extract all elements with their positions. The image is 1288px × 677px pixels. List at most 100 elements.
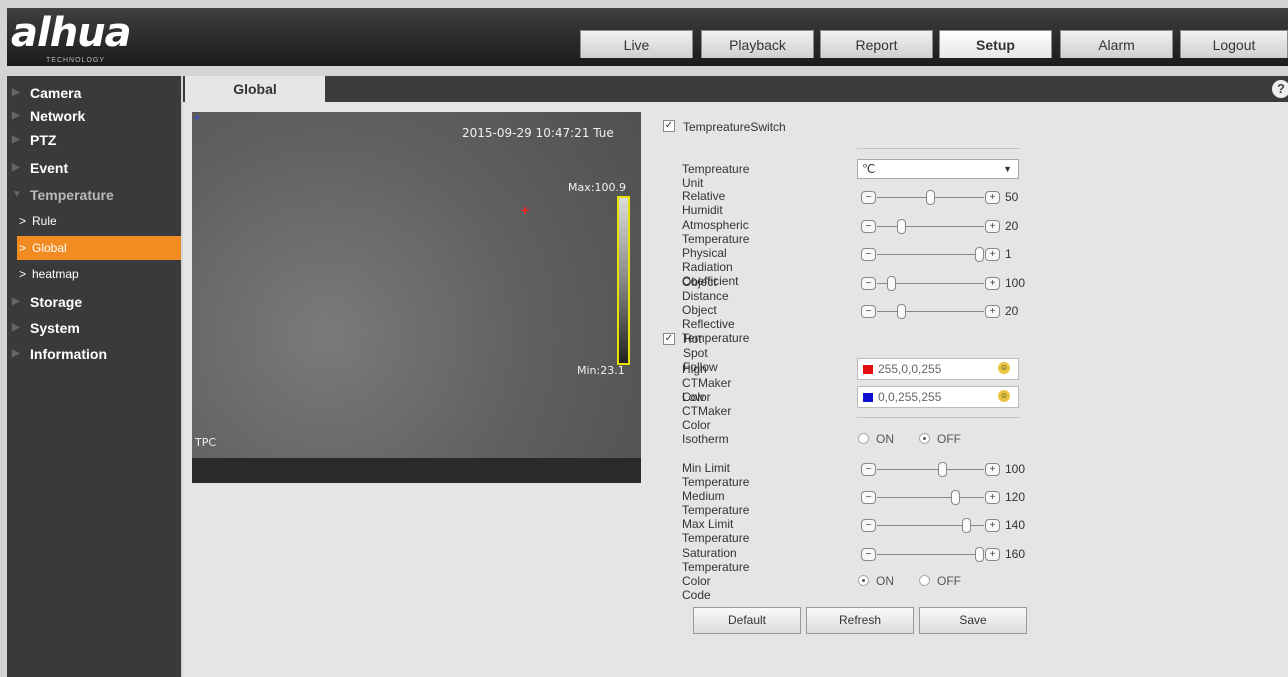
min-limit-label: Min Limit Temperature: [682, 461, 750, 489]
sidebar-item-temperature[interactable]: ▼ Temperature: [0, 182, 174, 208]
sidebar-item-information[interactable]: ▶ Information: [0, 341, 174, 367]
chevron-right-icon: ▶: [12, 110, 20, 121]
video-timestamp: 2015-09-29 10:47:21 Tue: [462, 126, 614, 140]
sidebar-item-system[interactable]: ▶ System: [0, 315, 174, 341]
high-color-picker[interactable]: 255,0,0,255 ☺: [857, 358, 1019, 380]
slider-thumb[interactable]: [896, 304, 906, 319]
slider-thumb[interactable]: [975, 247, 984, 262]
slider-track[interactable]: [877, 254, 984, 255]
sidebar-subitem-global[interactable]: > Global: [17, 236, 181, 260]
slider-value: 1: [1005, 247, 1012, 261]
minus-icon[interactable]: −: [861, 519, 876, 532]
tab-logout[interactable]: Logout: [1180, 30, 1288, 58]
color-code-off-label: OFF: [937, 574, 961, 588]
saturation-temperature-slider[interactable]: − + 160: [861, 546, 1036, 564]
minus-icon[interactable]: −: [861, 463, 876, 476]
chevron-down-icon: ▼: [1003, 164, 1012, 174]
default-button[interactable]: Default: [693, 607, 801, 634]
chevron-right-icon: ▶: [12, 296, 20, 307]
hot-spot-follow-checkbox[interactable]: ✓: [663, 333, 675, 345]
plus-icon[interactable]: +: [985, 463, 1000, 476]
plus-icon[interactable]: +: [985, 519, 1000, 532]
divider: [857, 148, 1020, 149]
plus-icon[interactable]: +: [985, 305, 1000, 318]
tab-playback[interactable]: Playback: [701, 30, 814, 58]
minus-icon[interactable]: −: [861, 191, 876, 204]
minus-icon[interactable]: −: [861, 548, 876, 561]
chevron-right-icon: >: [19, 214, 27, 228]
slider-thumb[interactable]: [937, 462, 947, 477]
video-status-bar: [192, 458, 641, 483]
chevron-right-icon: ▶: [12, 322, 20, 333]
slider-thumb[interactable]: [962, 518, 972, 533]
plus-icon[interactable]: +: [985, 248, 1000, 261]
radiation-coefficient-slider[interactable]: − + 1: [861, 246, 1031, 264]
sidebar-item-network[interactable]: ▶ Network: [0, 103, 174, 129]
sidebar-subitem-rule[interactable]: > Rule: [17, 209, 181, 233]
tab-live[interactable]: Live: [580, 30, 693, 58]
slider-thumb[interactable]: [975, 547, 984, 562]
video-preview: [192, 112, 641, 483]
color-code-off-radio[interactable]: [919, 575, 930, 586]
color-code-on-radio[interactable]: [858, 575, 869, 586]
tab-setup[interactable]: Setup: [939, 30, 1052, 58]
slider-value: 100: [1005, 462, 1026, 476]
plus-icon[interactable]: +: [985, 548, 1000, 561]
min-limit-slider[interactable]: − + 100: [861, 461, 1036, 479]
sidebar-item-label: PTZ: [30, 132, 57, 148]
isotherm-off-radio[interactable]: [919, 433, 930, 444]
slider-track[interactable]: [877, 497, 984, 498]
reflective-temperature-slider[interactable]: − + 20: [861, 303, 1031, 321]
object-distance-slider[interactable]: − + 100: [861, 275, 1031, 293]
minus-icon[interactable]: −: [861, 491, 876, 504]
max-limit-label: Max Limit Temperature: [682, 517, 750, 545]
minus-icon[interactable]: −: [861, 248, 876, 261]
temperature-unit-select[interactable]: ℃ ▼: [857, 159, 1019, 179]
help-icon[interactable]: ?: [1272, 80, 1288, 98]
slider-value: 100: [1005, 276, 1026, 290]
slider-thumb[interactable]: [950, 490, 960, 505]
plus-icon[interactable]: +: [985, 220, 1000, 233]
plus-icon[interactable]: +: [985, 277, 1000, 290]
slider-track[interactable]: [877, 226, 984, 227]
chevron-down-icon: ▼: [12, 189, 22, 200]
slider-value: 140: [1005, 518, 1026, 532]
sidebar-item-label: Temperature: [30, 187, 114, 203]
sidebar-item-event[interactable]: ▶ Event: [0, 155, 174, 181]
sidebar-item-label: heatmap: [32, 267, 79, 281]
palette-icon[interactable]: ☺: [998, 390, 1010, 402]
low-color-picker[interactable]: 0,0,255,255 ☺: [857, 386, 1019, 408]
slider-thumb[interactable]: [926, 190, 935, 205]
tab-alarm[interactable]: Alarm: [1060, 30, 1173, 58]
corner-marker-icon: +: [194, 113, 200, 124]
save-button[interactable]: Save: [919, 607, 1027, 634]
tab-report[interactable]: Report: [820, 30, 933, 58]
plus-icon[interactable]: +: [985, 491, 1000, 504]
sidebar-item-ptz[interactable]: ▶ PTZ: [0, 127, 174, 153]
max-limit-slider[interactable]: − + 140: [861, 517, 1036, 535]
medium-temperature-slider[interactable]: − + 120: [861, 489, 1036, 507]
slider-track[interactable]: [877, 469, 984, 470]
minus-icon[interactable]: −: [861, 277, 876, 290]
sidebar-item-label: Event: [30, 160, 69, 176]
sidebar-subitem-heatmap[interactable]: > heatmap: [17, 262, 181, 286]
palette-icon[interactable]: ☺: [998, 362, 1010, 374]
refresh-button[interactable]: Refresh: [806, 607, 914, 634]
slider-thumb[interactable]: [886, 276, 896, 291]
minus-icon[interactable]: −: [861, 305, 876, 318]
slider-thumb[interactable]: [896, 219, 906, 234]
panel-tab-global[interactable]: Global: [185, 76, 325, 102]
relative-humidity-slider[interactable]: − + 50: [861, 189, 1031, 207]
minus-icon[interactable]: −: [861, 220, 876, 233]
temperature-switch-label: TempreatureSwitch: [683, 120, 786, 134]
atmospheric-temperature-slider[interactable]: − + 20: [861, 218, 1031, 236]
sidebar-item-label: System: [30, 320, 80, 336]
sidebar-item-storage[interactable]: ▶ Storage: [0, 289, 174, 315]
high-color-value: 255,0,0,255: [878, 362, 942, 376]
temperature-switch-checkbox[interactable]: ✓: [663, 120, 675, 132]
plus-icon[interactable]: +: [985, 191, 1000, 204]
chevron-right-icon: ▶: [12, 348, 20, 359]
slider-track[interactable]: [877, 311, 984, 312]
isotherm-on-radio[interactable]: [858, 433, 869, 444]
slider-track[interactable]: [877, 554, 984, 555]
